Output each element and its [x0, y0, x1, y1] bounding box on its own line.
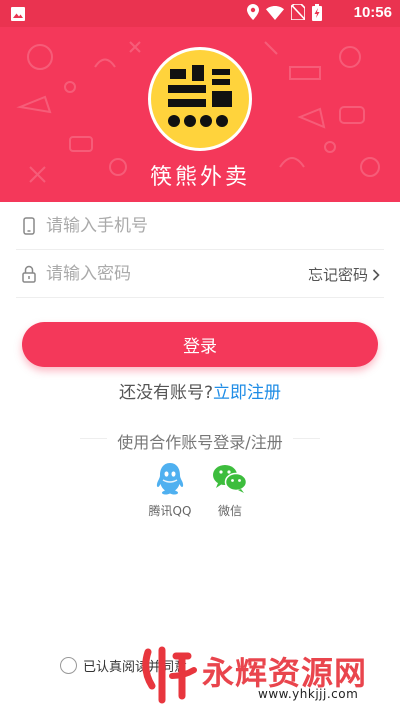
qq-label: 腾讯QQ — [148, 504, 192, 518]
phone-field[interactable] — [16, 202, 384, 250]
watermark-url: www.yhkjjj.com — [258, 687, 359, 701]
chevron-right-icon — [372, 268, 380, 281]
status-bar: 10:56 — [0, 0, 400, 27]
status-icons — [247, 3, 322, 25]
gallery-icon — [10, 6, 26, 26]
login-button[interactable]: 登录 — [22, 322, 378, 367]
password-input[interactable] — [46, 263, 286, 284]
forgot-password-label: 忘记密码 — [307, 266, 368, 284]
social-login-title-text: 使用合作账号登录/注册 — [107, 433, 293, 452]
no-sim-icon — [290, 3, 306, 24]
wifi-icon — [266, 5, 284, 24]
forgot-password-link[interactable]: 忘记密码 — [308, 264, 380, 285]
wechat-login-button[interactable]: 微信 — [200, 462, 260, 519]
header-banner: 筷熊外卖 — [0, 27, 400, 202]
watermark-logo-icon — [142, 646, 197, 704]
password-field[interactable]: 忘记密码 — [16, 250, 384, 298]
phone-icon — [18, 215, 40, 237]
app-logo — [148, 47, 252, 151]
location-icon — [247, 4, 259, 24]
app-name: 筷熊外卖 — [149, 165, 250, 190]
site-watermark: 永辉资源网 www.yhkjjj.com — [140, 646, 395, 706]
lock-icon — [18, 263, 40, 285]
login-button-label: 登录 — [183, 337, 217, 356]
wechat-label: 微信 — [217, 504, 242, 518]
qq-login-button[interactable]: 腾讯QQ — [140, 462, 200, 519]
status-time: 10:56 — [353, 4, 392, 21]
social-login-title: 使用合作账号登录/注册 — [0, 429, 400, 453]
phone-input[interactable] — [46, 215, 286, 236]
qq-icon — [152, 462, 188, 496]
agreement-checkbox[interactable] — [60, 657, 77, 674]
wechat-icon — [212, 462, 248, 496]
register-prompt: 还没有账号? — [118, 383, 214, 403]
register-link[interactable]: 立即注册 — [213, 383, 281, 403]
battery-charging-icon — [312, 3, 322, 25]
register-prompt-line: 还没有账号?立即注册 — [0, 378, 400, 403]
